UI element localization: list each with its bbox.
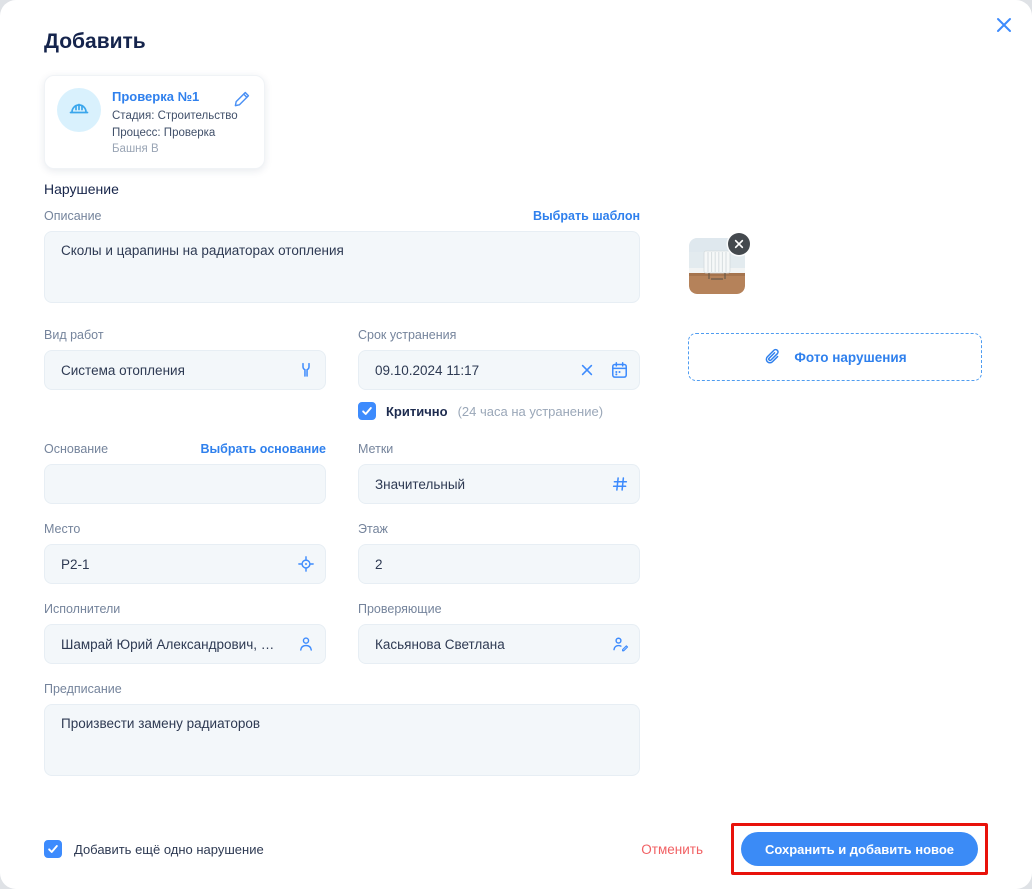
choose-basis-link[interactable]: Выбрать основание xyxy=(200,442,326,456)
page-title: Добавить xyxy=(44,30,146,54)
pencil-icon xyxy=(233,89,252,108)
clear-date-icon[interactable] xyxy=(579,362,595,378)
photo-thumbnail[interactable] xyxy=(689,238,745,294)
save-and-add-button[interactable]: Сохранить и добавить новое xyxy=(741,832,978,866)
choose-template-link[interactable]: Выбрать шаблон xyxy=(533,209,640,223)
add-another-checkbox[interactable] xyxy=(44,840,62,858)
close-icon xyxy=(994,15,1018,35)
dialog-footer: Добавить ещё одно нарушение Отменить Сох… xyxy=(44,823,988,875)
critical-checkbox[interactable] xyxy=(358,402,376,420)
place-input[interactable] xyxy=(44,544,326,584)
tags-label: Метки xyxy=(358,442,393,456)
section-title: Нарушение xyxy=(44,181,119,197)
inspection-card-text: Проверка №1 Стадия: Строительство Процес… xyxy=(112,88,238,158)
add-violation-dialog: Добавить Проверка №1 Стадия: Строительст… xyxy=(0,0,1032,889)
description-label: Описание xyxy=(44,209,102,223)
place-label: Место xyxy=(44,522,80,536)
reviewers-label: Проверяющие xyxy=(358,602,442,616)
prescription-label: Предписание xyxy=(44,682,122,696)
floor-label: Этаж xyxy=(358,522,388,536)
inspection-process: Процесс: Проверка xyxy=(112,125,238,142)
hash-icon[interactable] xyxy=(611,475,629,493)
inspection-title[interactable]: Проверка №1 xyxy=(112,89,238,104)
floor-input[interactable] xyxy=(358,544,640,584)
close-button[interactable] xyxy=(994,13,1018,37)
photo-panel: Фото нарушения xyxy=(688,238,982,381)
tags-input[interactable] xyxy=(358,464,640,504)
deadline-input[interactable] xyxy=(358,350,640,390)
reviewers-input[interactable] xyxy=(358,624,640,664)
deadline-label: Срок устранения xyxy=(358,328,456,342)
wrench-icon[interactable] xyxy=(297,361,315,379)
inspection-card[interactable]: Проверка №1 Стадия: Строительство Процес… xyxy=(44,75,265,169)
attach-photo-label: Фото нарушения xyxy=(794,350,906,365)
highlight-annotation: Сохранить и добавить новое xyxy=(731,823,988,875)
critical-label: Критично xyxy=(386,404,448,419)
person-edit-icon[interactable] xyxy=(611,635,629,653)
crosshair-icon[interactable] xyxy=(297,555,315,573)
cancel-button[interactable]: Отменить xyxy=(635,838,709,861)
executors-label: Исполнители xyxy=(44,602,120,616)
basis-label: Основание xyxy=(44,442,108,456)
hard-hat-icon xyxy=(57,88,101,132)
add-another-label: Добавить ещё одно нарушение xyxy=(74,842,264,857)
edit-inspection-button[interactable] xyxy=(233,89,252,108)
inspection-stage: Стадия: Строительство xyxy=(112,108,238,125)
remove-photo-x-icon xyxy=(734,239,744,249)
violation-form: Описание Выбрать шаблон Сколы и царапины… xyxy=(44,209,640,781)
critical-hint: (24 часа на устранение) xyxy=(458,404,603,419)
description-textarea[interactable]: Сколы и царапины на радиаторах отопления xyxy=(44,231,640,303)
remove-photo-button[interactable] xyxy=(728,233,750,255)
paperclip-icon xyxy=(763,347,783,367)
prescription-textarea[interactable]: Произвести замену радиаторов xyxy=(44,704,640,776)
inspection-location: Башня В xyxy=(112,141,238,158)
basis-input[interactable] xyxy=(44,464,326,504)
work-type-label: Вид работ xyxy=(44,328,104,342)
work-type-input[interactable] xyxy=(44,350,326,390)
calendar-icon[interactable] xyxy=(610,361,629,380)
person-icon[interactable] xyxy=(297,635,315,653)
executors-input[interactable] xyxy=(44,624,326,664)
attach-photo-button[interactable]: Фото нарушения xyxy=(688,333,982,381)
